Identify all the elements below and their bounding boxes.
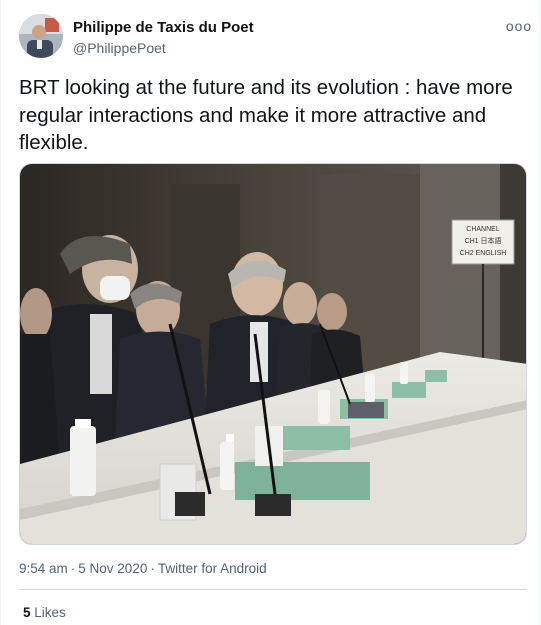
author-display-name[interactable]: Philippe de Taxis du Poet — [73, 18, 254, 38]
tweet-photo[interactable]: CHANNEL CH1 日本語 CH2 ENGLISH — [19, 163, 527, 545]
tweet-source-link[interactable]: Twitter for Android — [158, 561, 267, 576]
divider — [19, 589, 527, 590]
avatar-image — [19, 14, 63, 58]
sign-line-1: CHANNEL — [466, 226, 500, 233]
meta-separator: · — [150, 561, 155, 576]
likes-count: 5 — [23, 605, 31, 620]
tweet-header: Philippe de Taxis du Poet @PhilippePoet … — [19, 14, 531, 64]
tweet-date[interactable]: 5 Nov 2020 — [78, 561, 147, 576]
sign-line-2: CH1 日本語 — [465, 236, 502, 245]
tweet-meta: 9:54 am · 5 Nov 2020 · Twitter for Android — [19, 560, 267, 578]
avatar[interactable] — [19, 14, 63, 58]
tweet-card: Philippe de Taxis du Poet @PhilippePoet … — [0, 0, 541, 625]
more-options-icon[interactable]: ooo — [506, 16, 531, 36]
meta-separator: · — [70, 561, 76, 576]
likes-stat[interactable]: 5 Likes — [23, 604, 66, 622]
tweet-text: BRT looking at the future and its evolut… — [19, 76, 513, 154]
sign-line-3: CH2 ENGLISH — [460, 250, 507, 257]
conference-photo: CHANNEL CH1 日本語 CH2 ENGLISH — [20, 164, 526, 544]
author-names: Philippe de Taxis du Poet @PhilippePoet — [73, 18, 254, 57]
author-handle[interactable]: @PhilippePoet — [73, 39, 254, 57]
likes-label: Likes — [34, 605, 66, 620]
channel-sign: CHANNEL CH1 日本語 CH2 ENGLISH — [451, 219, 515, 265]
tweet-time[interactable]: 9:54 am — [19, 561, 68, 576]
